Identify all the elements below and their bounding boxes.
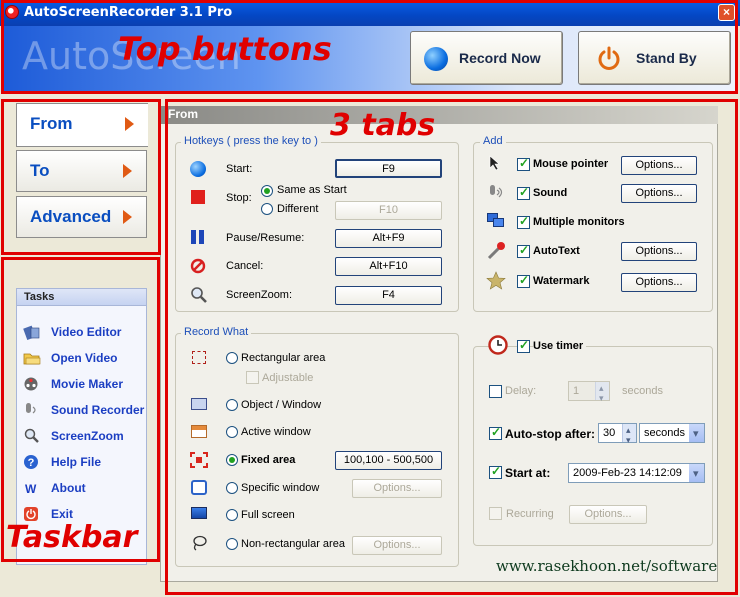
annotation-box-taskbar	[1, 257, 160, 562]
annotation-box-panel	[165, 99, 738, 595]
annotation-3-tabs: 3 tabs	[330, 108, 436, 143]
annotation-box-tabs	[1, 99, 161, 255]
annotation-top-buttons: Top buttons	[118, 30, 332, 68]
annotation-taskbar: Taskbar	[6, 520, 138, 555]
annotation-box-top	[1, 0, 738, 94]
